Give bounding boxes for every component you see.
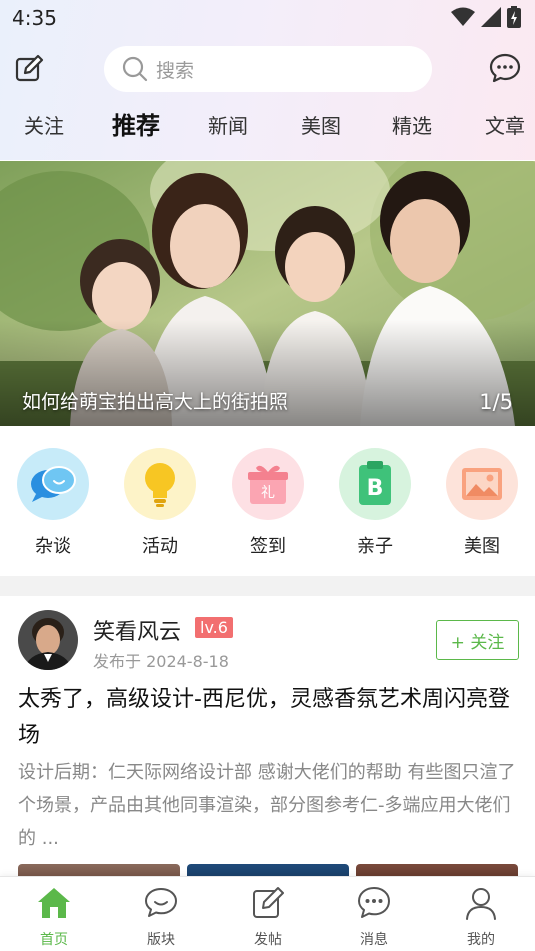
nav-label: 版块 xyxy=(147,932,175,948)
nav-label: 我的 xyxy=(467,932,495,948)
nav-label: 消息 xyxy=(360,932,388,948)
message-icon xyxy=(358,887,390,918)
svg-text:B: B xyxy=(367,476,384,501)
nav-label: 首页 xyxy=(40,932,68,948)
signal-icon xyxy=(481,7,501,27)
home-icon xyxy=(38,888,70,918)
edit-icon xyxy=(253,887,284,918)
chat-bubbles-icon xyxy=(17,448,89,520)
author-name[interactable]: 笑看风云 xyxy=(93,614,181,646)
book-b-icon: B xyxy=(339,448,411,520)
message-icon[interactable] xyxy=(489,52,521,84)
bottom-nav: 首页 版块 发帖 消息 我的 xyxy=(0,876,535,951)
follow-button[interactable]: + 关注 xyxy=(436,620,519,660)
wifi-icon xyxy=(451,7,475,26)
top-header: 搜索 xyxy=(0,44,535,94)
banner-page-indicator: 1/5 xyxy=(479,390,513,414)
shortcut-checkin[interactable]: 礼 签到 xyxy=(223,448,313,558)
shortcut-label: 美图 xyxy=(464,536,500,557)
status-bar: 4:35 xyxy=(0,0,535,36)
tab-recommend[interactable]: 推荐 xyxy=(112,106,160,141)
search-placeholder: 搜索 xyxy=(156,59,195,82)
nav-label: 发帖 xyxy=(254,932,282,948)
nav-messages[interactable]: 消息 xyxy=(334,885,414,949)
nav-post[interactable]: 发帖 xyxy=(228,885,308,949)
tab-follow[interactable]: 关注 xyxy=(24,110,64,139)
shortcut-label: 杂谈 xyxy=(35,536,71,557)
nav-home[interactable]: 首页 xyxy=(14,885,94,949)
banner-caption: 如何给萌宝拍出高大上的街拍照 xyxy=(22,391,289,413)
nav-boards[interactable]: 版块 xyxy=(121,885,201,949)
category-tabs: 关注 推荐 新闻 美图 精选 文章 xyxy=(0,110,535,156)
shortcut-grid: 杂谈 活动 礼 签到 B 亲子 美图 xyxy=(0,440,535,560)
banner-carousel[interactable]: 如何给萌宝拍出高大上的街拍照 1/5 xyxy=(0,161,535,426)
shortcut-label: 活动 xyxy=(142,536,178,557)
gift-icon: 礼 xyxy=(232,448,304,520)
shortcut-photos[interactable]: 美图 xyxy=(437,448,527,558)
picture-icon xyxy=(446,448,518,520)
tab-photos[interactable]: 美图 xyxy=(301,110,341,139)
shortcut-parenting[interactable]: B 亲子 xyxy=(330,448,420,558)
post-card[interactable]: 笑看风云 lv.6 发布于 2024-8-18 + 关注 太秀了，高级设计-西尼… xyxy=(0,596,535,884)
edit-icon[interactable] xyxy=(14,54,44,84)
search-icon xyxy=(122,56,148,82)
tab-news[interactable]: 新闻 xyxy=(208,110,248,139)
section-divider xyxy=(0,576,535,596)
status-icons xyxy=(451,6,521,28)
battery-icon xyxy=(507,6,521,28)
lightbulb-icon xyxy=(124,448,196,520)
avatar[interactable] xyxy=(18,610,78,670)
user-icon xyxy=(466,888,496,920)
search-input[interactable]: 搜索 xyxy=(104,46,432,92)
chat-bubbles-icon xyxy=(145,888,177,917)
tab-articles[interactable]: 文章 xyxy=(485,110,525,139)
tab-featured[interactable]: 精选 xyxy=(392,110,432,139)
level-badge: lv.6 xyxy=(195,617,233,638)
nav-profile[interactable]: 我的 xyxy=(441,885,521,949)
publish-date: 发布于 2024-8-18 xyxy=(93,652,229,671)
status-time: 4:35 xyxy=(12,6,57,30)
post-excerpt: 设计后期：仁天际网络设计部 感谢大佬们的帮助 有些图只渲了个场景，产品由其他同事… xyxy=(18,762,516,849)
shortcut-chat[interactable]: 杂谈 xyxy=(8,448,98,558)
shortcut-label: 亲子 xyxy=(357,536,393,557)
svg-text:礼: 礼 xyxy=(261,485,275,501)
shortcut-activity[interactable]: 活动 xyxy=(115,448,205,558)
post-title[interactable]: 太秀了，高级设计-西尼优，灵感香氛艺术周闪亮登场 xyxy=(18,682,518,754)
shortcut-label: 签到 xyxy=(250,536,286,557)
